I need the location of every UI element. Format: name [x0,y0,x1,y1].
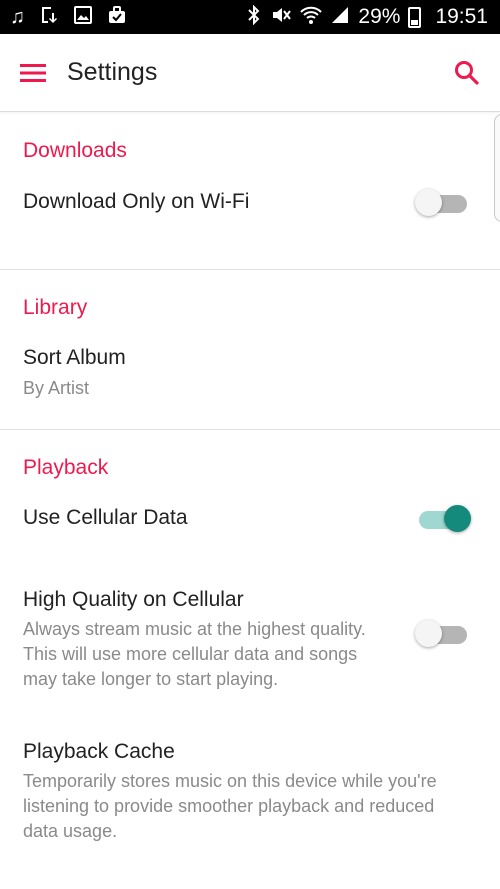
section-header-playback: Playback [23,456,109,479]
mute-icon [270,5,292,30]
section-header-downloads: Downloads [23,139,127,162]
bluetooth-icon [246,4,262,30]
briefcase-icon [107,5,127,29]
setting-high-quality-cellular[interactable]: High Quality on Cellular Always stream m… [0,588,500,740]
section-header-library: Library [23,296,88,319]
search-button[interactable] [434,34,500,112]
description-line: This will use more cellular data and son… [23,644,358,664]
menu-icon [20,63,46,82]
description-line: Always stream music at the highest quali… [23,619,366,639]
status-bar: ♫ 29% 19:51 [0,0,500,34]
image-icon [73,5,93,29]
battery-icon [408,6,422,28]
setting-description: Always stream music at the highest quali… [23,617,413,692]
status-notifications: ♫ [0,5,127,29]
setting-title: High Quality on Cellular [23,588,244,611]
status-system: 29% 19:51 [246,4,500,30]
settings-list: Downloads Download Only on Wi-Fi Library… [0,112,500,850]
description-line: Temporarily stores music on this device … [23,771,437,791]
menu-button[interactable] [0,34,66,112]
page-title: Settings [67,58,158,86]
setting-sort-album[interactable]: Sort Album By Artist [0,346,500,429]
setting-use-cellular-data[interactable]: Use Cellular Data [0,503,500,588]
setting-title: Sort Album [23,346,126,369]
wifi-icon [300,5,323,30]
search-icon [455,60,479,85]
setting-playback-cache[interactable]: Playback Cache Temporarily stores music … [0,740,500,850]
description-line: may take longer to start playing. [23,669,279,689]
wifi-only-toggle[interactable] [415,187,471,217]
setting-title: Download Only on Wi-Fi [23,190,250,213]
setting-value: By Artist [23,378,90,398]
setting-download-wifi-only[interactable]: Download Only on Wi-Fi [0,187,500,269]
setting-title: Playback Cache [23,740,175,763]
setting-title: Use Cellular Data [23,506,188,529]
app-bar: Settings [0,34,500,222]
download-icon [39,5,59,29]
battery-percent: 29% [358,5,401,28]
music-note-icon: ♫ [10,6,25,28]
signal-icon [330,5,350,30]
setting-description: Temporarily stores music on this device … [23,769,493,844]
clock: 19:51 [435,5,488,28]
description-line: listening to provide smoother playback a… [23,796,435,816]
description-line: data usage. [23,821,118,841]
high-quality-toggle[interactable] [415,618,471,648]
cellular-data-toggle[interactable] [415,503,471,533]
